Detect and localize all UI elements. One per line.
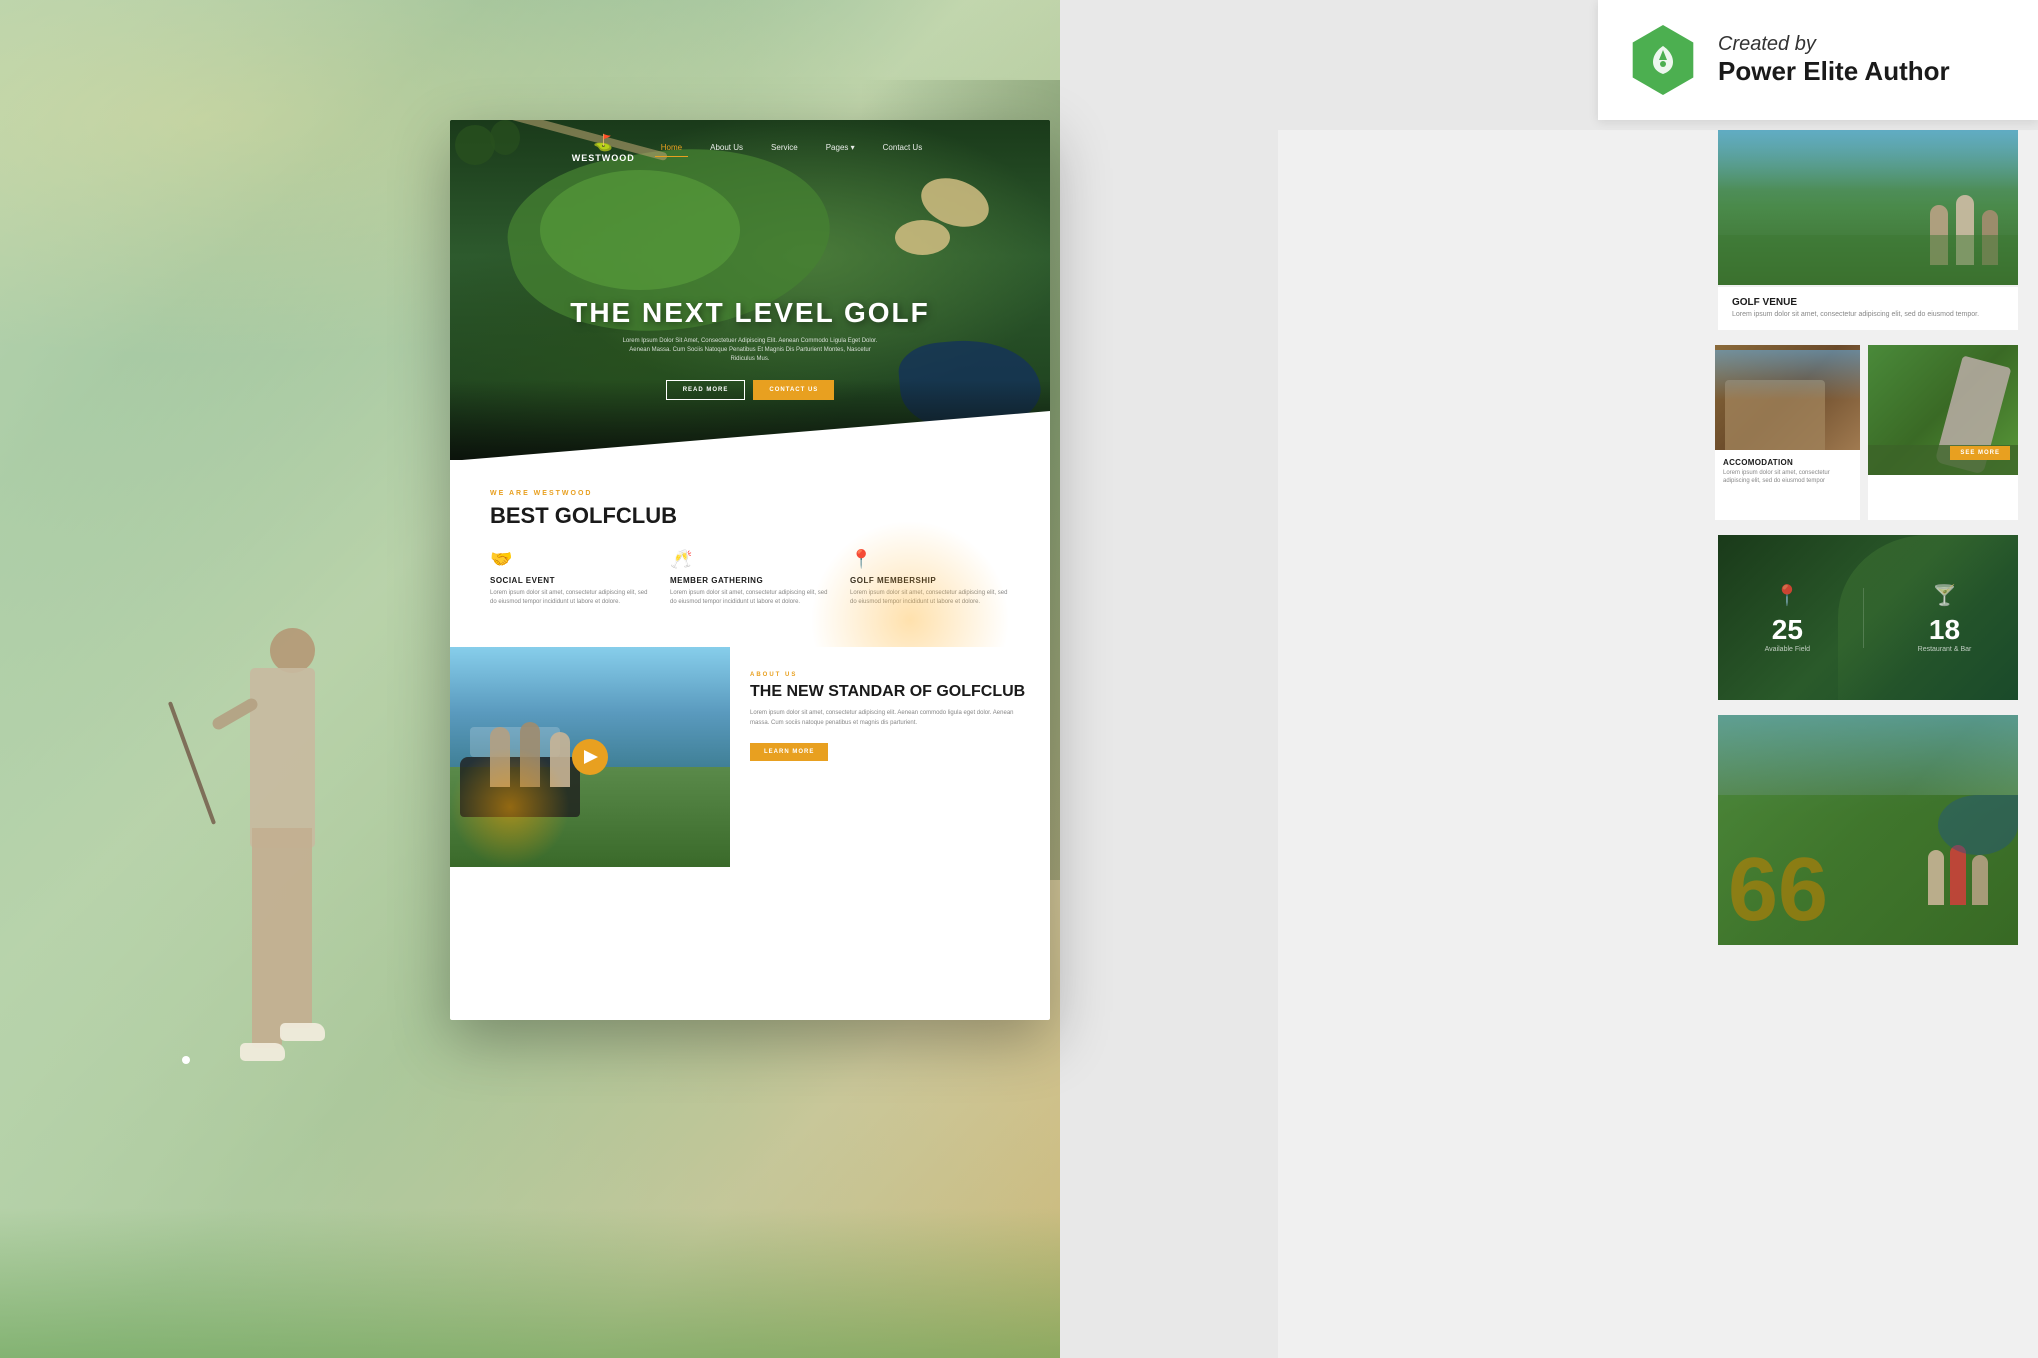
- water-area: [1938, 795, 2018, 855]
- venue-sky: [1718, 130, 2018, 190]
- golf-image: SEE MORE: [1868, 345, 2018, 475]
- bottom-golf-image: 66: [1718, 715, 2018, 945]
- accom-desc: Lorem ipsum dolor sit amet, consectetur …: [1723, 469, 1852, 486]
- envato-icon: [1645, 42, 1681, 78]
- walking-person-3: [1972, 855, 1988, 905]
- gathering-icon: 🥂: [670, 549, 830, 570]
- website-mockup: ⛳ WESTWOOD Home About Us Service Pages ▾…: [450, 120, 1050, 1020]
- see-more-button[interactable]: SEE MORE: [1950, 446, 2010, 460]
- accom-sky: [1715, 350, 1860, 400]
- stats-inner: 📍 25 Available Field 🍸 18 Restaurant & B…: [1718, 535, 2018, 700]
- golfer-torso: [250, 668, 315, 848]
- about-section: ABOUT US THE NEW STANDAR OF GOLFCLUB Lor…: [730, 647, 1050, 867]
- hero-description: Lorem Ipsum Dolor Sit Amet, Consectetuer…: [620, 337, 880, 364]
- golf-ball: [182, 1056, 190, 1064]
- feature-gathering: 🥂 MEMBER GATHERING Lorem ipsum dolor sit…: [670, 549, 830, 607]
- bottom-image: [450, 647, 730, 867]
- golf-club-card: SEE MORE: [1868, 345, 2018, 520]
- golfer-leg-right: [282, 828, 312, 1028]
- walking-person-1: [1928, 850, 1944, 905]
- venue-ground: [1718, 235, 2018, 285]
- mockup-navbar: ⛳ WESTWOOD Home About Us Service Pages ▾…: [450, 120, 1050, 175]
- accom-text: ACCOMODATION Lorem ipsum dolor sit amet,…: [1715, 450, 1860, 494]
- hero-buttons: READ MORE CONTACT US: [450, 380, 1050, 400]
- golfer-shoe-left: [240, 1043, 285, 1061]
- about-label: ABOUT US: [750, 672, 1030, 678]
- stats-card: 📍 25 Available Field 🍸 18 Restaurant & B…: [1278, 535, 2018, 700]
- cards-row: ACCOMODATION Lorem ipsum dolor sit amet,…: [1278, 345, 2018, 520]
- mockup-hero: ⛳ WESTWOOD Home About Us Service Pages ▾…: [450, 120, 1050, 460]
- mockup-logo: ⛳ WESTWOOD: [572, 133, 635, 163]
- we-are-label: WE ARE WESTWOOD: [490, 490, 1010, 497]
- nav-pages[interactable]: Pages ▾: [820, 139, 861, 156]
- accommodation-card: ACCOMODATION Lorem ipsum dolor sit amet,…: [1715, 345, 1860, 520]
- venue-desc: Lorem ipsum dolor sit amet, consectetur …: [1732, 310, 2004, 320]
- sand-trap-2: [895, 220, 950, 255]
- number-overlay: 66: [1728, 845, 1828, 935]
- features-section: WE ARE WESTWOOD BEST GOLFCLUB 🤝 SOCIAL E…: [450, 460, 1050, 647]
- created-by-label: Created by: [1718, 33, 1950, 56]
- venue-card-inner: GOLF VENUE Lorem ipsum dolor sit amet, c…: [1718, 130, 2018, 330]
- mockup-bottom: ABOUT US THE NEW STANDAR OF GOLFCLUB Lor…: [450, 647, 1050, 867]
- contact-us-button[interactable]: CONTACT US: [753, 380, 834, 400]
- play-icon: [584, 750, 598, 764]
- read-more-button[interactable]: READ MORE: [666, 380, 746, 400]
- feature-social: 🤝 SOCIAL EVENT Lorem ipsum dolor sit ame…: [490, 549, 650, 607]
- social-title: SOCIAL EVENT: [490, 576, 650, 585]
- about-title: THE NEW STANDAR OF GOLFCLUB: [750, 682, 1030, 701]
- nav-contact[interactable]: Contact Us: [877, 139, 929, 156]
- stats-bg-shape: [1838, 535, 2018, 700]
- logo-golf-icon: ⛳: [593, 133, 613, 153]
- grass-ground: [0, 1208, 1060, 1358]
- golfer-leg-left: [252, 828, 282, 1048]
- social-desc: Lorem ipsum dolor sit amet, consectetur …: [490, 589, 650, 607]
- gathering-desc: Lorem ipsum dolor sit amet, consectetur …: [670, 589, 830, 607]
- hero-title: THE NEXT LEVEL GOLF: [450, 297, 1050, 329]
- venue-text: GOLF VENUE Lorem ipsum dolor sit amet, c…: [1718, 287, 2018, 330]
- envato-logo: [1643, 40, 1683, 80]
- creator-logo-hexagon: [1628, 25, 1698, 95]
- nav-links: Home About Us Service Pages ▾ Contact Us: [655, 139, 928, 157]
- orange-glow-bottom: [450, 747, 570, 867]
- nav-about[interactable]: About Us: [704, 139, 749, 156]
- fairway-inner: [540, 170, 740, 290]
- accom-title: ACCOMODATION: [1723, 458, 1852, 467]
- play-button[interactable]: [572, 739, 608, 775]
- venue-title: GOLF VENUE: [1732, 297, 2004, 308]
- hero-content: THE NEXT LEVEL GOLF Lorem Ipsum Dolor Si…: [450, 297, 1050, 400]
- learn-more-button[interactable]: LEARN MORE: [750, 743, 828, 761]
- about-desc: Lorem ipsum dolor sit amet, consectetur …: [750, 709, 1030, 728]
- social-icon: 🤝: [490, 549, 650, 570]
- logo-text: WESTWOOD: [572, 153, 635, 163]
- venue-image: [1718, 130, 2018, 285]
- creator-badge: Created by Power Elite Author: [1598, 0, 2038, 120]
- golfer-shoe-right: [280, 1023, 325, 1041]
- bottom-golf-card: 66: [1278, 715, 2018, 945]
- walking-person-2: [1950, 845, 1966, 905]
- accom-image: [1715, 345, 1860, 450]
- creator-text: Created by Power Elite Author: [1718, 33, 1950, 87]
- gathering-title: MEMBER GATHERING: [670, 576, 830, 585]
- right-panel: OUR SERVICE Created by Power Elite Autho…: [1278, 0, 2038, 1358]
- venue-card: GOLF VENUE Lorem ipsum dolor sit amet, c…: [1278, 130, 2018, 330]
- golfer-head: [270, 628, 315, 673]
- golfer-silhouette: [180, 628, 380, 1278]
- nav-service[interactable]: Service: [765, 139, 804, 156]
- power-elite-label: Power Elite Author: [1718, 56, 1950, 87]
- nav-home[interactable]: Home: [655, 139, 688, 157]
